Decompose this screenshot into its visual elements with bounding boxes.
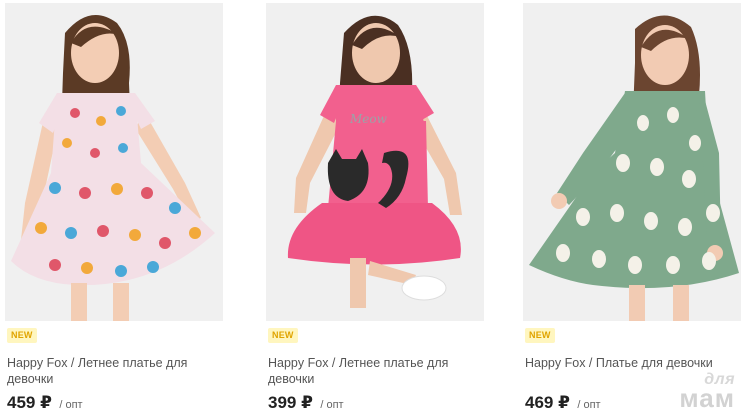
new-badge: NEW: [7, 328, 37, 343]
product-name: Платье для девочки: [595, 356, 713, 370]
price-unit: / опт: [320, 399, 344, 411]
product-photo[interactable]: Meow: [266, 3, 484, 321]
watermark-logo: для мам: [679, 371, 735, 413]
product-title[interactable]: Happy Fox / Платье для девочки: [525, 355, 739, 371]
product-card[interactable]: NEW Happy Fox / Платье для девочки 469 ₽…: [523, 0, 741, 417]
new-badge: NEW: [268, 328, 298, 343]
watermark-line-2: мам: [679, 383, 735, 413]
product-price: 459 ₽: [7, 393, 52, 412]
product-grid: NEW Happy Fox / Летнее платье для девочк…: [0, 0, 749, 417]
product-card[interactable]: NEW Happy Fox / Летнее платье для девочк…: [5, 0, 223, 417]
new-badge: NEW: [525, 328, 555, 343]
svg-text:Meow: Meow: [349, 112, 388, 126]
price-row: 459 ₽ / опт: [7, 393, 83, 413]
product-brand: Happy Fox: [268, 356, 329, 370]
price-row: 469 ₽ / опт: [525, 393, 601, 413]
product-photo[interactable]: [523, 3, 741, 321]
title-separator: /: [585, 356, 596, 370]
product-price: 469 ₽: [525, 393, 570, 412]
product-brand: Happy Fox: [525, 356, 586, 370]
price-unit: / опт: [59, 399, 83, 411]
title-separator: /: [67, 356, 78, 370]
price-unit: / опт: [577, 399, 601, 411]
product-price: 399 ₽: [268, 393, 313, 412]
price-row: 399 ₽ / опт: [268, 393, 344, 413]
product-photo[interactable]: [5, 3, 223, 321]
product-title[interactable]: Happy Fox / Летнее платье для девочки: [268, 355, 482, 387]
product-card[interactable]: Meow NEW Happy Fox / Летнее платье для д…: [266, 0, 484, 417]
title-separator: /: [328, 356, 339, 370]
product-title[interactable]: Happy Fox / Летнее платье для девочки: [7, 355, 221, 387]
product-brand: Happy Fox: [7, 356, 68, 370]
